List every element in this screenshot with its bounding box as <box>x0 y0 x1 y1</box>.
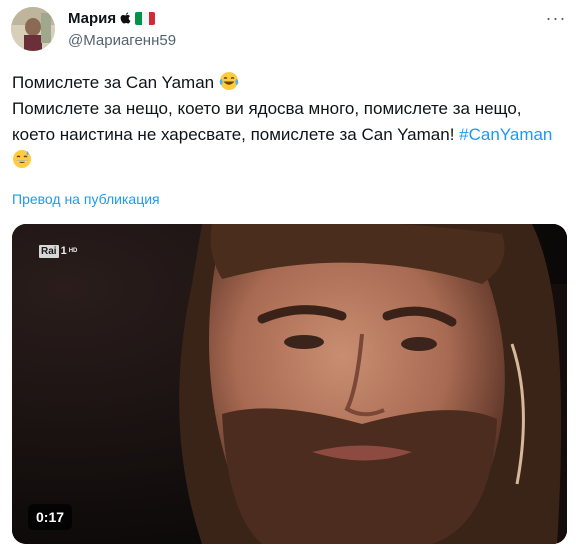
tweet-line-2: Помислете за нещо, което ви ядосва много… <box>12 99 527 144</box>
channel-hd: HD <box>68 248 78 254</box>
channel-number: 1 <box>60 245 67 257</box>
tears-of-joy-emoji <box>219 72 239 90</box>
video-player[interactable]: Rai 1 HD 0:17 <box>12 224 567 544</box>
tweet-text: Помислете за Can Yaman Помислете за нещо… <box>12 70 567 174</box>
tweet-card[interactable]: Мария @Мариагенн59 ··· Помислете за Can … <box>0 0 579 549</box>
channel-logo: Rai 1 HD <box>39 242 77 260</box>
author-handle[interactable]: @Мариагенн59 <box>68 32 176 49</box>
translate-post-link[interactable]: Превод на публикация <box>12 191 160 207</box>
hashtag-link[interactable]: #CanYaman <box>459 125 552 144</box>
grinning-sweat-emoji <box>13 150 31 168</box>
apple-icon <box>120 12 131 23</box>
avatar[interactable] <box>11 7 55 51</box>
display-name[interactable]: Мария <box>68 10 116 27</box>
more-options-button[interactable]: ··· <box>541 6 571 30</box>
channel-logo-text: Rai <box>39 244 59 258</box>
video-frame <box>12 224 567 544</box>
italy-flag-icon <box>135 11 156 25</box>
tweet-line-1: Помислете за Can Yaman <box>12 73 219 92</box>
video-duration-badge: 0:17 <box>28 504 73 530</box>
author-name-row[interactable]: Мария <box>68 8 156 28</box>
